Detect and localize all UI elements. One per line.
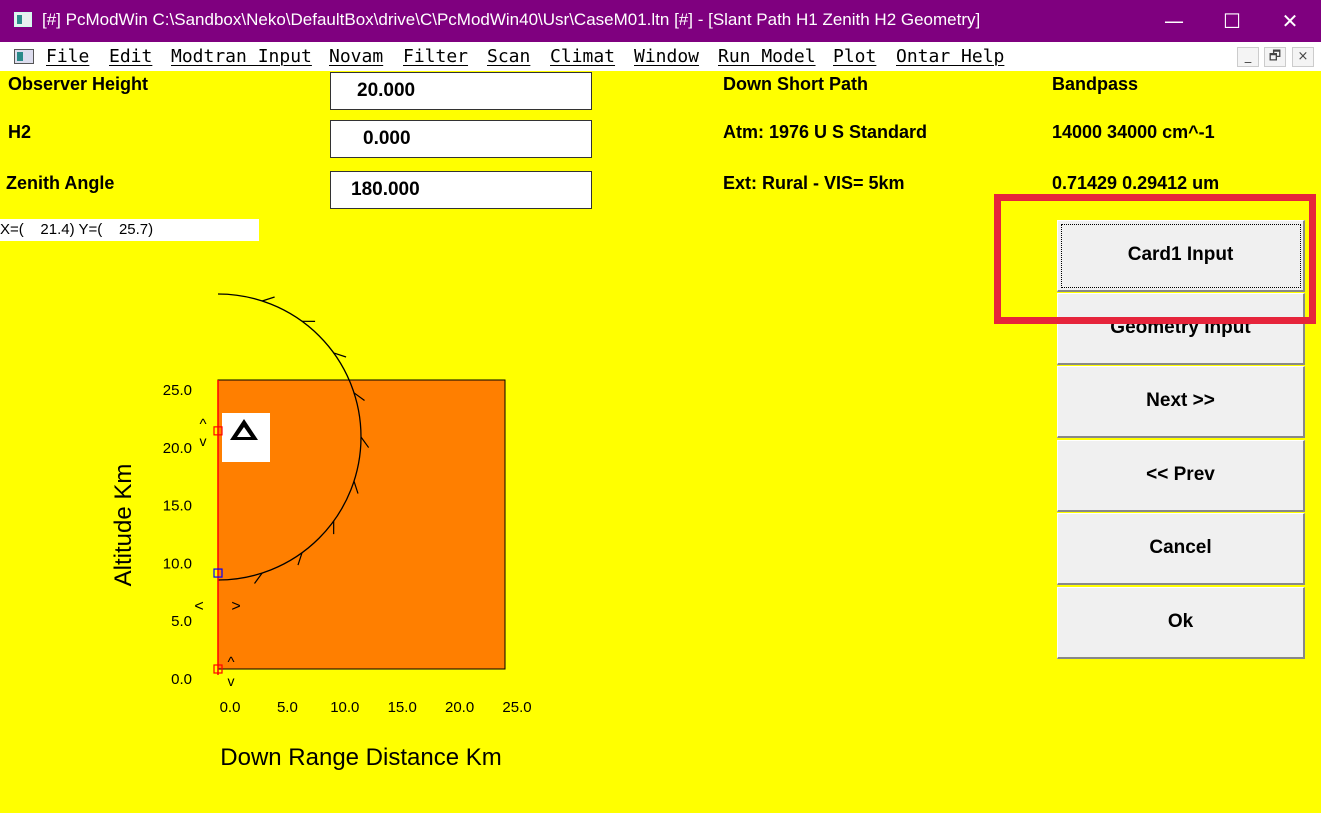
arc-tick — [262, 296, 275, 302]
left-arrow[interactable]: < — [194, 598, 203, 615]
x-tick-label: 5.0 — [277, 699, 298, 716]
h1-up-arrow[interactable]: ^ — [199, 416, 206, 433]
y-tick-label: 0.0 — [171, 671, 192, 688]
right-arrow[interactable]: > — [231, 598, 240, 615]
x-tick-label: 15.0 — [388, 699, 417, 716]
h2-up-arrow[interactable]: ^ — [227, 654, 234, 671]
y-tick-labels: 0.0 5.0 10.0 15.0 20.0 25.0 — [163, 382, 192, 688]
x-tick-label: 10.0 — [330, 699, 359, 716]
x-tick-label: 25.0 — [502, 699, 531, 716]
x-axis-label: Down Range Distance Km — [220, 744, 501, 771]
x-tick-label: 20.0 — [445, 699, 474, 716]
x-tick-label: 0.0 — [220, 699, 241, 716]
y-tick-label: 20.0 — [163, 440, 192, 457]
y-tick-label: 25.0 — [163, 382, 192, 399]
h1-down-arrow[interactable]: v — [200, 433, 207, 449]
y-tick-label: 5.0 — [171, 613, 192, 630]
x-tick-labels: 0.0 5.0 10.0 15.0 20.0 25.0 — [220, 699, 532, 716]
h2-down-arrow[interactable]: v — [228, 673, 235, 689]
y-axis-label: Altitude Km — [110, 464, 137, 587]
y-tick-label: 15.0 — [163, 498, 192, 515]
geometry-chart[interactable]: 0.0 5.0 10.0 15.0 20.0 25.0 0.0 5.0 10.0 15.0 20.… — [0, 0, 1321, 813]
y-tick-label: 10.0 — [163, 555, 192, 572]
